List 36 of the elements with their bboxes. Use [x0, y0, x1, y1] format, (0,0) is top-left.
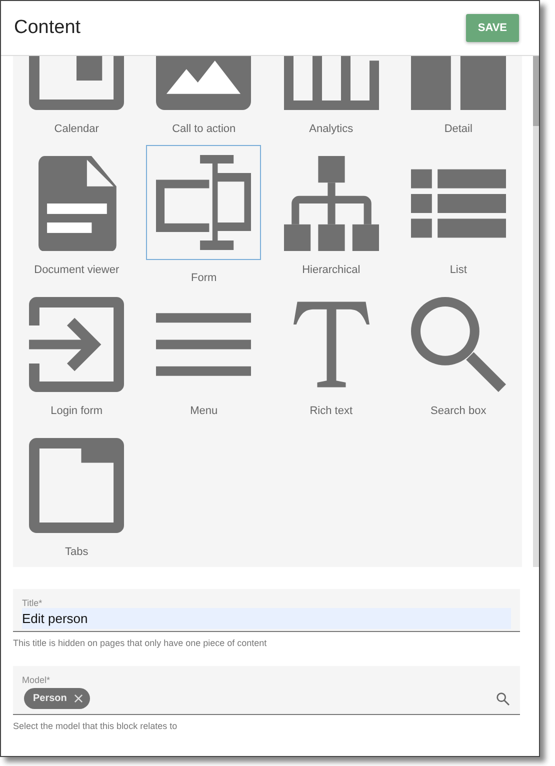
block-tile[interactable] — [28, 296, 126, 393]
text-field-icon — [156, 155, 252, 250]
block-label: Tabs — [65, 546, 88, 558]
block-label: Document viewer — [34, 264, 120, 276]
block-label: List — [450, 264, 467, 276]
block-label: Calendar — [54, 123, 99, 135]
block-label: Detail — [444, 123, 472, 135]
save-button[interactable]: SAVE — [466, 14, 519, 42]
block-tile[interactable] — [146, 145, 262, 260]
block-label: Rich text — [310, 405, 353, 417]
chip-label: Person — [33, 693, 67, 704]
dialog-title: Content — [14, 17, 81, 39]
field-label: Model* — [22, 675, 52, 685]
tab-icon — [29, 438, 124, 533]
block-label: Form — [191, 272, 217, 284]
model-field[interactable]: Model* Person — [13, 666, 520, 715]
block-tile[interactable] — [28, 437, 126, 534]
block-label: Call to action — [172, 123, 236, 135]
model-chip[interactable]: Person — [24, 688, 90, 709]
block-tile[interactable] — [410, 296, 507, 393]
scrollbar-thumb[interactable] — [533, 56, 539, 126]
field-label: Title* — [22, 598, 44, 608]
block-label: Login form — [50, 405, 103, 417]
block-label: Analytics — [309, 123, 354, 135]
block-label: Search box — [430, 405, 486, 417]
org-chart-icon — [284, 156, 379, 251]
search-icon[interactable] — [495, 690, 511, 706]
block-label: Hierarchical — [302, 264, 360, 276]
search-icon — [410, 297, 506, 392]
login-icon — [29, 297, 124, 392]
helper-text: This title is hidden on pages that only have one piece of content — [13, 638, 268, 648]
block-tile[interactable] — [282, 155, 380, 252]
remove-icon[interactable] — [74, 694, 83, 703]
title-field[interactable]: Title* Edit person — [13, 589, 520, 632]
helper-text: Select the model that this block relates to — [13, 721, 178, 731]
block-label: Menu — [190, 405, 218, 417]
